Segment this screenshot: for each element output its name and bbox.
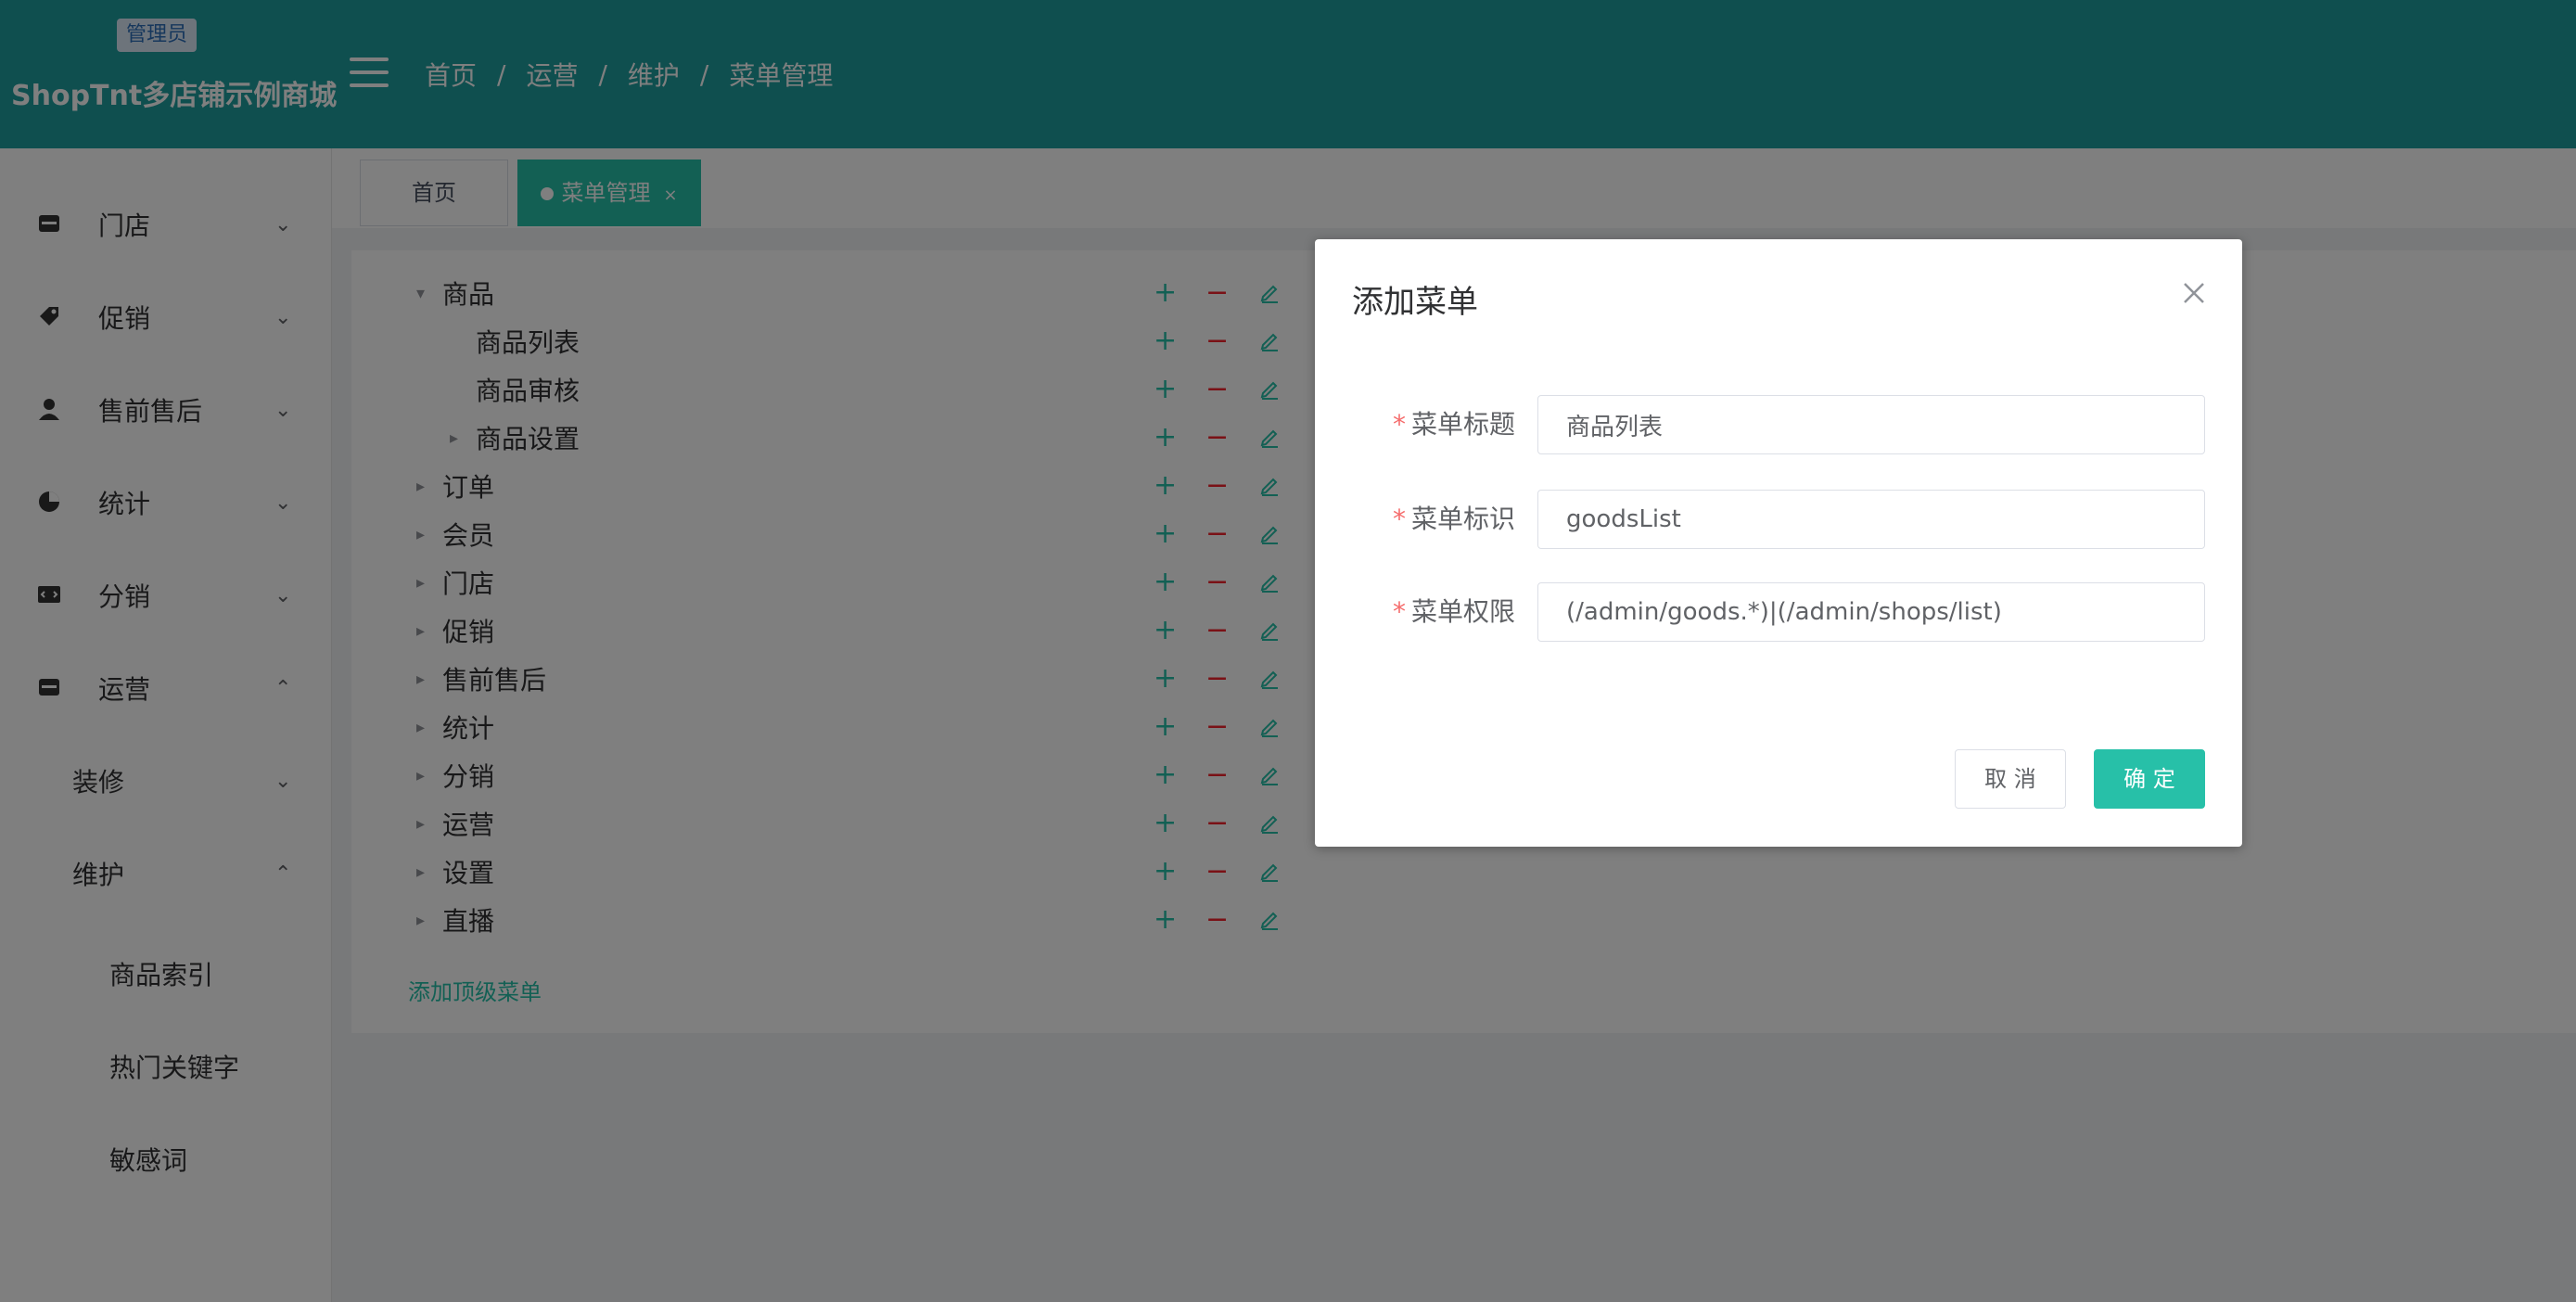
required-mark: * [1392, 409, 1406, 440]
form-row-menu-permission: * 菜单权限 [1315, 582, 2242, 642]
menu-identifier-input[interactable] [1537, 490, 2205, 549]
required-mark: * [1392, 504, 1406, 534]
form-label: * 菜单标识 [1393, 490, 1515, 549]
form-label: * 菜单权限 [1393, 582, 1515, 642]
close-icon[interactable] [2177, 276, 2211, 310]
add-menu-dialog: 添加菜单 *菜单标题 *菜单标识 *菜单权限 取 消 确 定 [1315, 239, 2242, 847]
form-row-menu-title: * 菜单标题 [1315, 395, 2242, 454]
form-label: * 菜单标题 [1393, 395, 1515, 454]
cancel-button[interactable]: 取 消 [1955, 749, 2066, 809]
required-mark: * [1392, 596, 1406, 627]
menu-permission-input[interactable] [1537, 582, 2205, 642]
form-label-text: 菜单权限 [1410, 596, 1515, 627]
dialog-title: 添加菜单 [1352, 284, 1478, 321]
form-row-menu-identifier: * 菜单标识 [1315, 490, 2242, 549]
form-label-text: 菜单标识 [1410, 504, 1515, 534]
confirm-button[interactable]: 确 定 [2094, 749, 2205, 809]
form-label-text: 菜单标题 [1410, 409, 1515, 440]
menu-title-input[interactable] [1537, 395, 2205, 454]
